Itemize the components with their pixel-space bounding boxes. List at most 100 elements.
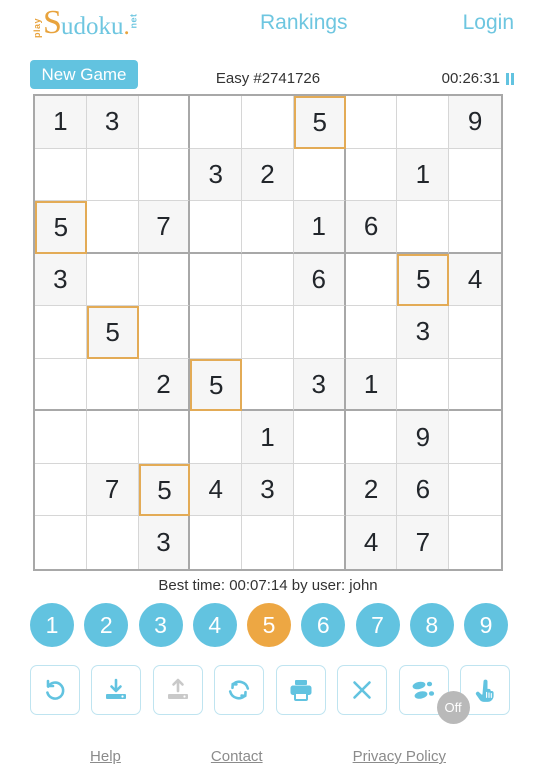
sudoku-cell-r4c4[interactable] [190,253,243,307]
sudoku-cell-r1c9[interactable]: 9 [449,96,501,149]
sudoku-cell-r4c3[interactable] [138,253,191,307]
sudoku-cell-r1c8[interactable] [397,96,450,149]
number-button-5[interactable]: 5 [247,603,291,647]
sudoku-cell-r9c3[interactable]: 3 [138,516,191,569]
sudoku-cell-r5c6[interactable] [293,306,346,359]
footer-link-privacy-policy[interactable]: Privacy Policy [353,748,446,765]
sudoku-cell-r1c2[interactable]: 3 [86,96,139,149]
footer-link-contact[interactable]: Contact [211,748,263,765]
sudoku-cell-r4c9[interactable]: 4 [449,253,501,307]
sudoku-cell-r1c3[interactable] [138,96,191,149]
sudoku-cell-r6c9[interactable] [449,358,501,412]
sudoku-cell-r4c6[interactable]: 6 [293,253,346,307]
sudoku-cell-r8c3[interactable]: 5 [138,463,191,517]
sudoku-cell-r5c9[interactable] [449,306,501,359]
sudoku-cell-r5c1[interactable] [35,306,87,359]
save-button[interactable] [91,665,142,715]
sudoku-cell-r3c3[interactable]: 7 [138,201,191,254]
sudoku-cell-r9c1[interactable] [35,516,87,569]
number-button-1[interactable]: 1 [30,603,74,647]
sudoku-cell-r6c6[interactable]: 3 [293,358,346,412]
sudoku-cell-r6c2[interactable] [86,358,139,412]
sudoku-cell-r3c7[interactable]: 6 [345,201,398,254]
sudoku-cell-r6c7[interactable]: 1 [345,358,398,412]
footer-link-help[interactable]: Help [90,748,121,765]
sudoku-cell-r6c8[interactable] [397,358,450,412]
undo-button[interactable] [30,665,80,715]
sudoku-cell-r6c4[interactable]: 5 [190,358,243,412]
sudoku-cell-r8c7[interactable]: 2 [345,463,398,517]
sudoku-cell-r3c8[interactable] [397,201,450,254]
sudoku-cell-r6c1[interactable] [35,358,87,412]
sudoku-cell-r9c8[interactable]: 7 [397,516,450,569]
sudoku-cell-r8c5[interactable]: 3 [242,463,294,517]
sudoku-cell-r7c3[interactable] [138,411,191,464]
sudoku-cell-r3c1[interactable]: 5 [35,201,87,254]
sudoku-cell-r5c7[interactable] [345,306,398,359]
sudoku-cell-r4c7[interactable] [345,253,398,307]
sudoku-cell-r7c6[interactable] [293,411,346,464]
sudoku-cell-r1c6[interactable]: 5 [293,96,346,149]
sudoku-cell-r4c8[interactable]: 5 [397,253,450,307]
sudoku-cell-r4c5[interactable] [242,253,294,307]
sudoku-cell-r7c7[interactable] [345,411,398,464]
sudoku-cell-r7c1[interactable] [35,411,87,464]
sudoku-cell-r1c7[interactable] [345,96,398,149]
number-button-6[interactable]: 6 [301,603,346,647]
sudoku-cell-r1c1[interactable]: 1 [35,96,87,149]
sudoku-cell-r1c5[interactable] [242,96,294,149]
sudoku-cell-r8c9[interactable] [449,463,501,517]
sudoku-cell-r9c4[interactable] [190,516,243,569]
sudoku-cell-r8c1[interactable] [35,463,87,517]
sudoku-cell-r9c7[interactable]: 4 [345,516,398,569]
sudoku-cell-r5c2[interactable]: 5 [86,306,139,359]
number-button-9[interactable]: 9 [464,603,508,647]
nav-link-login[interactable]: Login [463,11,514,35]
number-button-7[interactable]: 7 [355,603,400,647]
sudoku-cell-r3c4[interactable] [190,201,243,254]
sudoku-cell-r3c6[interactable]: 1 [293,201,346,254]
sudoku-cell-r2c6[interactable] [293,148,346,202]
number-button-8[interactable]: 8 [409,603,454,647]
sudoku-cell-r2c5[interactable]: 2 [242,148,294,202]
sudoku-cell-r7c9[interactable] [449,411,501,464]
sudoku-cell-r9c9[interactable] [449,516,501,569]
sudoku-cell-r2c2[interactable] [86,148,139,202]
sudoku-cell-r3c2[interactable] [86,201,139,254]
sudoku-cell-r7c5[interactable]: 1 [242,411,294,464]
number-button-4[interactable]: 4 [192,603,237,647]
sudoku-cell-r2c4[interactable]: 3 [190,148,243,202]
restart-button[interactable] [214,665,265,715]
steps-button[interactable]: Off [398,665,470,724]
sudoku-cell-r8c6[interactable] [293,463,346,517]
sudoku-cell-r3c9[interactable] [449,201,501,254]
sudoku-cell-r4c2[interactable] [86,253,139,307]
sudoku-cell-r6c3[interactable]: 2 [138,358,191,412]
sudoku-cell-r8c2[interactable]: 7 [86,463,139,517]
sudoku-cell-r6c5[interactable] [242,358,294,412]
sudoku-cell-r8c4[interactable]: 4 [190,463,243,517]
nav-link-rankings[interactable]: Rankings [260,11,348,35]
sudoku-cell-r2c9[interactable] [449,148,501,202]
sudoku-cell-r9c2[interactable] [86,516,139,569]
number-button-2[interactable]: 2 [84,603,129,647]
pause-icon[interactable] [506,72,514,85]
print-button[interactable] [275,665,326,715]
sudoku-cell-r7c2[interactable] [86,411,139,464]
sudoku-cell-r5c5[interactable] [242,306,294,359]
sudoku-cell-r5c8[interactable]: 3 [397,306,450,359]
load-button[interactable] [152,665,203,715]
sudoku-cell-r9c5[interactable] [242,516,294,569]
erase-button[interactable] [337,665,388,715]
sudoku-cell-r2c7[interactable] [345,148,398,202]
sudoku-cell-r5c4[interactable] [190,306,243,359]
sudoku-cell-r5c3[interactable] [138,306,191,359]
sudoku-cell-r8c8[interactable]: 6 [397,463,450,517]
sudoku-cell-r7c4[interactable] [190,411,243,464]
site-logo[interactable]: play S udoku . net [27,5,141,39]
sudoku-cell-r7c8[interactable]: 9 [397,411,450,464]
sudoku-cell-r2c1[interactable] [35,148,87,202]
sudoku-cell-r4c1[interactable]: 3 [35,253,87,307]
sudoku-cell-r1c4[interactable] [190,96,243,149]
sudoku-cell-r3c5[interactable] [242,201,294,254]
